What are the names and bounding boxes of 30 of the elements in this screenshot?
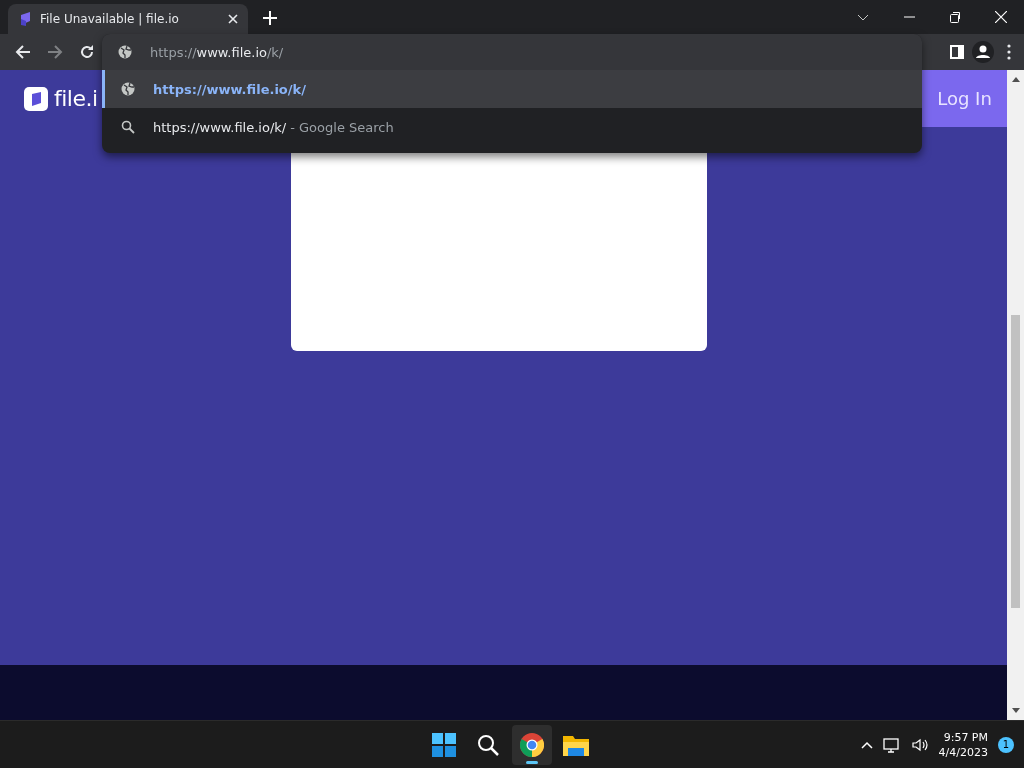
folder-icon[interactable] [563,734,589,756]
network-icon[interactable] [882,736,901,753]
taskbar-button[interactable] [512,725,552,765]
profile-icon[interactable] [972,41,994,63]
caret-icon[interactable] [860,740,873,749]
browser-icon[interactable] [520,733,544,757]
active-indicator [526,761,538,764]
clock-date[interactable]: 4/4/2023 [938,745,988,759]
logo-text[interactable]: file.i [54,86,98,111]
chevron-icon[interactable] [857,13,869,21]
side-panel-icon[interactable] [950,45,964,59]
scrollbar[interactable] [1007,70,1024,720]
search-icon[interactable] [477,734,499,756]
favicon-icon [18,11,32,27]
close-icon[interactable] [228,14,238,24]
globe-icon [118,45,132,59]
suggestion-item[interactable]: https://www.file.io/k/ - Google Search [102,108,922,146]
browser-tab[interactable]: File Unavailable | file.io [8,4,248,34]
address-field[interactable]: https://www.file.io/k/ [102,34,922,70]
volume-icon[interactable] [910,736,929,753]
logo-icon [24,86,48,111]
search-icon [121,120,135,134]
new-tab-icon[interactable] [263,11,277,25]
restore-icon[interactable] [949,11,961,23]
minimize-icon[interactable] [903,16,915,18]
suggestion-item[interactable]: https://www.file.io/k/ [102,70,922,108]
windows-icon[interactable] [432,733,456,757]
notification-badge[interactable]: 1 [998,736,1014,753]
clock-time[interactable]: 9:57 PM [943,730,988,744]
globe-icon [121,82,135,96]
